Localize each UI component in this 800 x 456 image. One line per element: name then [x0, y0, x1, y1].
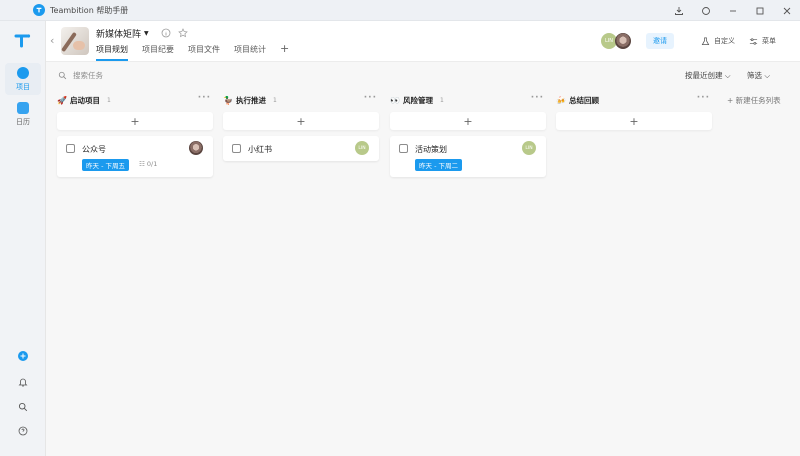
task-card[interactable]: 小红书 LIN	[223, 136, 379, 161]
add-task-button[interactable]: +	[223, 112, 379, 130]
column-header[interactable]: 🍻 总结回顾 ···	[556, 93, 712, 107]
task-title: 活动策划	[415, 145, 447, 154]
search-icon[interactable]	[0, 402, 46, 412]
task-search-input[interactable]: 搜索任务	[58, 70, 103, 81]
window-title: Teambition 帮助手册	[50, 5, 129, 15]
task-checkbox[interactable]	[399, 144, 408, 153]
new-task-list-button[interactable]: + 新建任务列表	[727, 95, 781, 106]
project-tabs: 项目规划 项目纪要 项目文件 项目统计 +	[96, 43, 289, 61]
cheers-icon: 🍻	[556, 95, 566, 105]
rail-item-calendar[interactable]: 日历	[5, 98, 41, 130]
column-title: 启动项目	[69, 95, 100, 105]
customize-button[interactable]: 自定义	[701, 36, 735, 46]
column-title: 风险管理	[402, 95, 433, 105]
task-card[interactable]: 公众号 昨天 - 下周五 ☷ 0/1	[57, 136, 213, 177]
customize-label: 自定义	[714, 37, 735, 45]
rail-item-project[interactable]: 项目	[5, 63, 41, 95]
project-icon	[17, 66, 29, 79]
column-count: 1	[439, 96, 444, 104]
close-icon[interactable]	[773, 0, 800, 21]
task-column: 🦆 执行推进 1 ··· + 小红书 LIN	[223, 93, 379, 161]
tab-files[interactable]: 项目文件	[188, 44, 220, 61]
column-header[interactable]: 🦆 执行推进 1 ···	[223, 93, 379, 107]
more-icon[interactable]: ···	[697, 93, 710, 103]
subtask-count: ☷ 0/1	[139, 160, 158, 168]
back-icon[interactable]: ‹	[50, 34, 58, 47]
column-count: 1	[106, 96, 111, 104]
teambition-logo-icon	[33, 4, 45, 16]
download-icon[interactable]	[665, 0, 692, 21]
column-title: 执行推进	[235, 95, 266, 105]
project-thumbnail[interactable]	[61, 27, 89, 55]
rail-item-label: 日历	[16, 117, 30, 126]
sliders-icon	[749, 37, 758, 45]
star-icon[interactable]	[178, 28, 188, 38]
sync-icon[interactable]	[692, 0, 719, 21]
column-header[interactable]: 🚀 启动项目 1 ···	[57, 93, 213, 107]
menu-button[interactable]: 菜单	[749, 36, 776, 46]
duck-icon: 🦆	[223, 95, 233, 105]
sort-dropdown[interactable]: 按最近创建 ⌵	[685, 70, 731, 81]
project-name-dropdown[interactable]: 新媒体矩阵 ▼	[96, 27, 149, 40]
more-icon[interactable]: ···	[364, 93, 377, 103]
due-date-badge: 昨天 - 下周五	[82, 159, 129, 171]
add-task-button[interactable]: +	[57, 112, 213, 130]
project-name: 新媒体矩阵	[96, 30, 142, 40]
column-header[interactable]: 👀 风险管理 1 ···	[390, 93, 546, 107]
caret-down-icon: ▼	[144, 30, 149, 37]
search-placeholder: 搜索任务	[73, 71, 103, 80]
menu-label: 菜单	[762, 37, 776, 45]
minimize-icon[interactable]	[719, 0, 746, 21]
add-icon[interactable]	[0, 351, 46, 361]
more-icon[interactable]: ···	[531, 93, 544, 103]
assignee-avatar[interactable]: LIN	[355, 141, 369, 155]
tab-minutes[interactable]: 项目纪要	[142, 44, 174, 61]
board-toolbar: 搜索任务 按最近创建 ⌵ 筛选 ⌵	[46, 62, 800, 88]
invite-button[interactable]: 邀请	[646, 33, 674, 49]
task-card[interactable]: 活动策划 LIN 昨天 - 下周二	[390, 136, 546, 177]
app-rail: 项目 日历	[0, 21, 46, 456]
maximize-icon[interactable]	[746, 0, 773, 21]
help-icon[interactable]	[0, 426, 46, 436]
task-title: 小红书	[248, 145, 272, 154]
filter-dropdown[interactable]: 筛选 ⌵	[747, 70, 770, 81]
window-titlebar: Teambition 帮助手册	[0, 0, 800, 21]
task-column: 🍻 总结回顾 ··· +	[556, 93, 712, 130]
eyes-icon: 👀	[390, 95, 400, 105]
task-column: 👀 风险管理 1 ··· + 活动策划 LIN 昨天 - 下周二	[390, 93, 546, 177]
info-icon[interactable]	[161, 28, 171, 38]
rail-item-label: 项目	[16, 82, 30, 91]
flask-icon	[701, 37, 710, 45]
task-title: 公众号	[82, 145, 106, 154]
task-checkbox[interactable]	[232, 144, 241, 153]
teambition-brand-icon[interactable]	[14, 32, 31, 49]
tab-planning[interactable]: 项目规划	[96, 44, 128, 61]
task-column: 🚀 启动项目 1 ··· + 公众号 昨天 - 下周五 ☷ 0/1	[57, 93, 213, 177]
due-date-badge: 昨天 - 下周二	[415, 159, 462, 171]
add-task-button[interactable]: +	[556, 112, 712, 130]
rocket-icon: 🚀	[57, 95, 67, 105]
assignee-avatar[interactable]: LIN	[522, 141, 536, 155]
tab-statistics[interactable]: 项目统计	[234, 44, 266, 61]
column-title: 总结回顾	[568, 95, 599, 105]
member-avatar-photo[interactable]	[615, 33, 631, 49]
add-task-button[interactable]: +	[390, 112, 546, 130]
project-header: ‹ 新媒体矩阵 ▼ 项目规划 项目纪要 项目文件 项目统计 + LIN 邀请 自…	[46, 21, 800, 62]
calendar-icon	[17, 101, 29, 114]
search-icon	[58, 71, 67, 80]
column-count: 1	[272, 96, 277, 104]
add-tab-icon[interactable]: +	[280, 43, 289, 61]
more-icon[interactable]: ···	[198, 93, 211, 103]
assignee-avatar[interactable]	[189, 141, 203, 155]
task-checkbox[interactable]	[66, 144, 75, 153]
bell-icon[interactable]	[0, 377, 46, 387]
